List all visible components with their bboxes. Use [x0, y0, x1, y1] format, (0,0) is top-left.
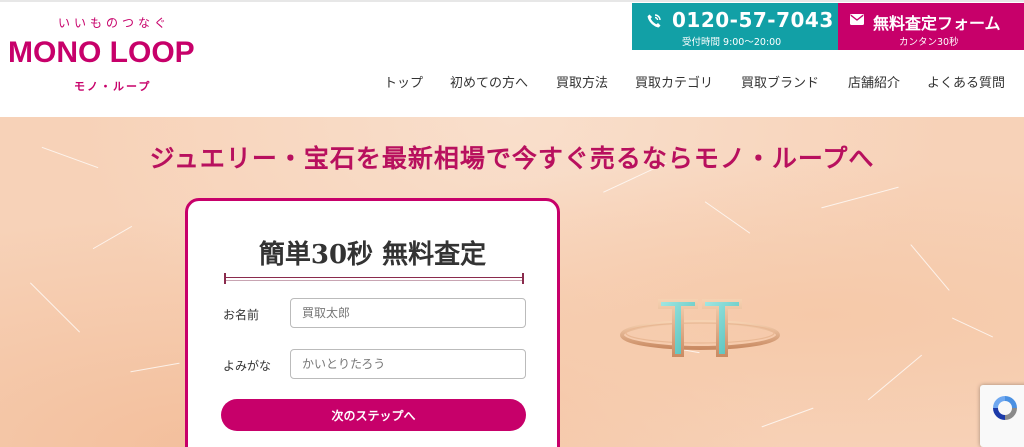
recaptcha-icon — [993, 396, 1017, 420]
nav-item-methods[interactable]: 買取方法 — [556, 72, 608, 91]
hero-headline: ジュエリー・宝石を最新相場で今すぐ売るならモノ・ループへ — [149, 144, 875, 173]
phone-icon — [647, 14, 661, 28]
free-appraisal-form-button[interactable]: 無料査定フォーム カンタン30秒 — [838, 3, 1024, 50]
divider-line-shadow — [224, 280, 524, 281]
paper-fiber — [761, 407, 814, 428]
title-divider — [224, 273, 524, 284]
paper-fiber — [910, 244, 950, 291]
divider-cap-right — [522, 273, 524, 284]
quote-form-title: 簡単30秒 無料査定 — [258, 240, 487, 270]
nav-item-categories[interactable]: 買取カテゴリ — [635, 72, 713, 91]
paper-fiber — [704, 201, 751, 234]
mail-icon — [850, 14, 864, 25]
hero-section: ジュエリー・宝石を最新相場で今すぐ売るならモノ・ループへ 簡単30秒 無料査定 … — [0, 117, 1024, 447]
logo-brand-name: MONO LOOP — [8, 36, 195, 69]
phone-contact-button[interactable]: 0120-57-7043 受付時間 9:00～20:00 — [632, 3, 838, 50]
paper-fiber — [867, 354, 923, 401]
name-input[interactable] — [290, 298, 526, 328]
main-nav: トップ 初めての方へ 買取方法 買取カテゴリ 買取ブランド 店舗紹介 よくある質… — [0, 72, 1024, 92]
phone-number: 0120-57-7043 — [672, 8, 834, 32]
paper-fiber — [92, 225, 133, 250]
paper-fiber — [951, 317, 994, 338]
paper-fiber — [29, 282, 81, 333]
divider-cap-left — [224, 273, 226, 284]
name-field-label: お名前 — [223, 308, 260, 322]
nav-item-first-time[interactable]: 初めての方へ — [450, 72, 528, 91]
quick-quote-form: 簡単30秒 無料査定 お名前 よみがな 次のステップへ — [185, 198, 560, 447]
nav-item-top[interactable]: トップ — [384, 72, 423, 91]
header-top-border — [0, 0, 1024, 2]
nav-item-stores[interactable]: 店舗紹介 — [848, 72, 900, 91]
phone-hours: 受付時間 9:00～20:00 — [682, 37, 782, 48]
reading-input[interactable] — [290, 349, 526, 379]
recaptcha-badge[interactable] — [980, 385, 1024, 447]
nav-item-brands[interactable]: 買取ブランド — [741, 72, 819, 91]
nav-item-faq[interactable]: よくある質問 — [927, 72, 1005, 91]
form-button-sub: カンタン30秒 — [899, 37, 959, 48]
divider-line — [224, 277, 524, 278]
paper-fiber — [821, 186, 899, 209]
logo-tagline: いいものつなぐ — [58, 16, 171, 30]
next-step-button[interactable]: 次のステップへ — [221, 399, 526, 431]
turquoise-t-ring-image — [620, 299, 780, 357]
site-header: いいものつなぐ MONO LOOP モノ・ループ 0120-57-7043 受付… — [0, 0, 1024, 117]
form-button-label: 無料査定フォーム — [873, 14, 1001, 33]
paper-fiber — [130, 362, 180, 373]
reading-field-label: よみがな — [223, 359, 272, 373]
